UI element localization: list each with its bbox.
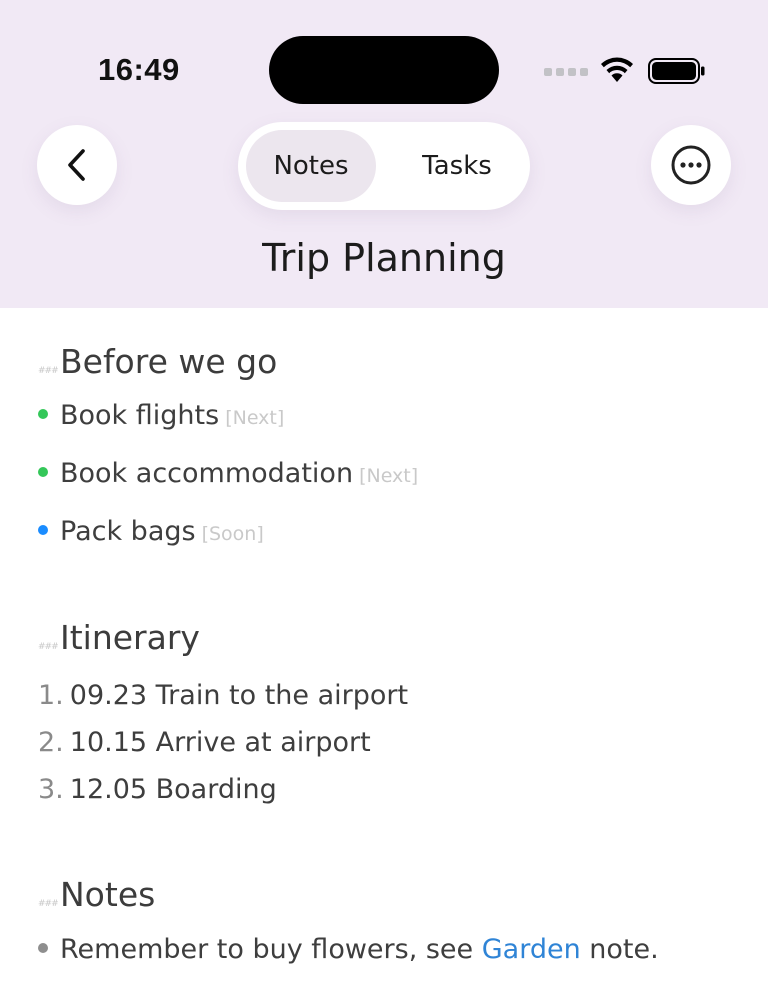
gray-dot-icon [38, 942, 48, 953]
header: 16:49 Notes Tasks Trip Planning [0, 0, 768, 308]
heading-marker: ### [38, 642, 59, 652]
list-item[interactable]: Remember to buy flowers, see Garden note… [38, 934, 659, 965]
item-tag: [Next] [225, 407, 285, 429]
list-item[interactable]: Pack bags [Soon] [38, 516, 264, 547]
ellipsis-circle-icon [671, 145, 711, 185]
item-number: 3. [38, 774, 64, 805]
battery-icon [648, 58, 705, 84]
heading-text: Before we go [60, 342, 278, 381]
heading-marker: ### [38, 899, 59, 909]
item-tag: [Soon] [201, 523, 264, 545]
garden-note-link[interactable]: Garden [482, 934, 581, 965]
notes-tasks-segmented-control: Notes Tasks [238, 122, 530, 210]
section-heading-before-we-go: ###Before we go [38, 342, 277, 381]
status-time: 16:49 [98, 52, 180, 87]
item-text: 10.15 Arrive at airport [69, 727, 371, 758]
item-number: 1. [38, 680, 64, 711]
page-title: Trip Planning [262, 236, 506, 280]
numbered-item[interactable]: 3. 12.05 Boarding [38, 774, 277, 805]
wifi-icon [601, 57, 633, 82]
numbered-item[interactable]: 1. 09.23 Train to the airport [38, 680, 408, 711]
item-text: Book accommodation [60, 458, 354, 489]
heading-text: Itinerary [60, 618, 200, 657]
heading-text: Notes [60, 875, 156, 914]
tab-tasks[interactable]: Tasks [388, 122, 526, 210]
numbered-item[interactable]: 2. 10.15 Arrive at airport [38, 727, 371, 758]
item-text-before: Remember to buy flowers, see [60, 934, 482, 965]
back-button[interactable] [37, 125, 117, 205]
section-heading-notes: ###Notes [38, 875, 155, 914]
section-heading-itinerary: ###Itinerary [38, 618, 200, 657]
item-text: 09.23 Train to the airport [69, 680, 409, 711]
item-text: Pack bags [60, 516, 196, 547]
item-number: 2. [38, 727, 64, 758]
green-dot-icon [38, 408, 48, 419]
green-dot-icon [38, 466, 48, 477]
cellular-signal-icon [544, 68, 590, 76]
tab-notes[interactable]: Notes [246, 122, 376, 210]
blue-dot-icon [38, 524, 48, 535]
chevron-left-icon [68, 149, 85, 181]
dynamic-island [269, 36, 499, 104]
heading-marker: ### [38, 366, 59, 376]
item-text: 12.05 Boarding [69, 774, 277, 805]
list-item[interactable]: Book flights [Next] [38, 400, 284, 431]
list-item[interactable]: Book accommodation [Next] [38, 458, 418, 489]
item-tag: [Next] [359, 465, 419, 487]
more-button[interactable] [651, 125, 731, 205]
item-text-after: note. [580, 934, 659, 965]
item-text: Book flights [60, 400, 220, 431]
